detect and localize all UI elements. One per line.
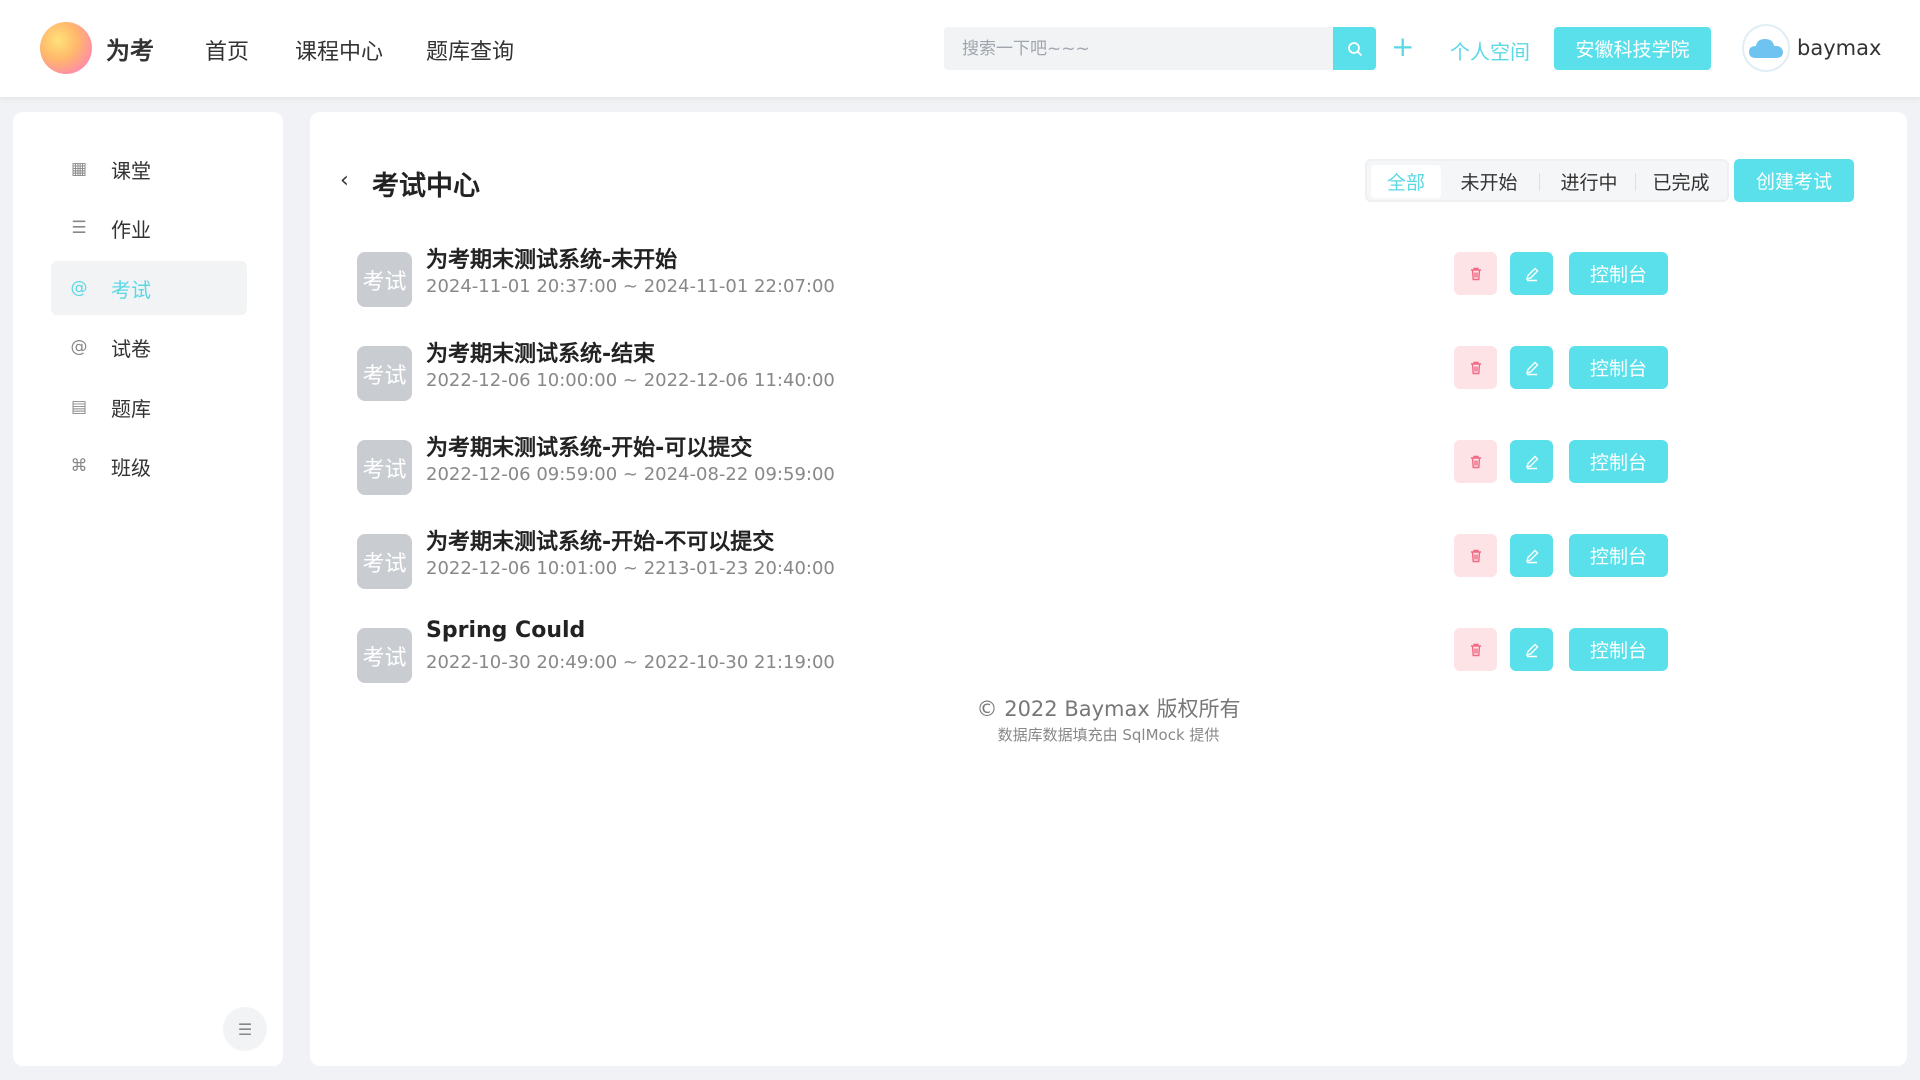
exam-badge: 考试 [357, 628, 412, 683]
search-button[interactable] [1333, 27, 1376, 70]
delete-button[interactable] [1454, 534, 1497, 577]
edit-icon [1525, 455, 1538, 469]
nav-courses[interactable]: 课程中心 [295, 34, 383, 66]
trash-icon [1470, 455, 1481, 468]
exam-title[interactable]: 为考期末测试系统-开始-不可以提交 [426, 524, 774, 556]
search-icon [1347, 41, 1362, 56]
sidebar-collapse-button[interactable]: ☰ [223, 1007, 267, 1051]
personal-space-link[interactable]: 个人空间 [1450, 36, 1530, 65]
brand-name: 为考 [106, 36, 154, 65]
sidebar-item-paper[interactable]: @ 试卷 [51, 320, 247, 374]
edit-button[interactable] [1510, 346, 1553, 389]
filter-divider [1539, 173, 1540, 191]
exam-time: 2024-11-01 20:37:00 ~ 2024-11-01 22:07:0… [426, 276, 835, 297]
exam-time: 2022-12-06 09:59:00 ~ 2024-08-22 09:59:0… [426, 464, 835, 485]
exam-time: 2022-12-06 10:01:00 ~ 2213-01-23 20:40:0… [426, 558, 835, 579]
footer-note: 数据库数据填充由 SqlMock 提供 [997, 726, 1220, 744]
exam-badge: 考试 [357, 440, 412, 495]
sidebar-item-question-bank[interactable]: ▤ 题库 [51, 380, 247, 434]
sidebar-item-label: 班级 [111, 455, 151, 480]
filter-divider [1635, 173, 1636, 191]
exam-row: 考试 为考期末测试系统-开始-可以提交 2022-12-06 09:59:00 … [357, 430, 1867, 500]
doc-icon: ▤ [70, 397, 88, 417]
create-exam-button[interactable]: 创建考试 [1734, 159, 1854, 202]
exam-time: 2022-10-30 20:49:00 ~ 2022-10-30 21:19:0… [426, 652, 835, 673]
nav-home[interactable]: 首页 [205, 34, 249, 66]
exam-row: 考试 为考期末测试系统-未开始 2024-11-01 20:37:00 ~ 20… [357, 242, 1867, 312]
command-icon: ⌘ [70, 456, 88, 476]
exam-time: 2022-12-06 10:00:00 ~ 2022-12-06 11:40:0… [426, 370, 835, 391]
sidebar-item-homework[interactable]: ☰ 作业 [51, 201, 247, 255]
filter-completed[interactable]: 已完成 [1639, 165, 1723, 198]
edit-button[interactable] [1510, 440, 1553, 483]
trash-icon [1470, 361, 1481, 374]
edit-button[interactable] [1510, 628, 1553, 671]
school-button[interactable]: 安徽科技学院 [1554, 27, 1711, 70]
collapse-icon: ☰ [237, 1019, 253, 1039]
back-button[interactable]: ‹ [340, 168, 349, 193]
exam-row: 考试 Spring Could 2022-10-30 20:49:00 ~ 20… [357, 618, 1867, 688]
filter-in-progress[interactable]: 进行中 [1547, 165, 1631, 198]
search-box [944, 27, 1376, 70]
trash-icon [1470, 643, 1481, 656]
console-button[interactable]: 控制台 [1569, 346, 1668, 389]
delete-button[interactable] [1454, 440, 1497, 483]
at-icon: @ [70, 278, 88, 298]
filter-all[interactable]: 全部 [1371, 165, 1441, 198]
sidebar-item-exam[interactable]: @ 考试 [51, 261, 247, 315]
list-icon: ☰ [71, 218, 87, 238]
edit-button[interactable] [1510, 252, 1553, 295]
status-filter: 全部 未开始 进行中 已完成 [1365, 159, 1729, 202]
exam-title[interactable]: 为考期末测试系统-结束 [426, 336, 655, 368]
main-panel: ‹ 考试中心 全部 未开始 进行中 已完成 创建考试 考试 为考期末测试系统-未… [310, 112, 1907, 1066]
sidebar-item-label: 试卷 [111, 336, 151, 361]
sidebar-item-label: 作业 [111, 217, 151, 242]
trash-icon [1470, 549, 1481, 562]
filter-not-started[interactable]: 未开始 [1447, 165, 1531, 198]
exam-title[interactable]: 为考期末测试系统-开始-可以提交 [426, 430, 752, 462]
console-button[interactable]: 控制台 [1569, 252, 1668, 295]
exam-badge: 考试 [357, 346, 412, 401]
nav-question-bank[interactable]: 题库查询 [426, 34, 514, 66]
search-input[interactable] [944, 27, 1333, 70]
grid-icon: ▦ [70, 159, 88, 179]
edit-icon [1525, 549, 1538, 563]
sidebar: ▦ 课堂 ☰ 作业 @ 考试 @ 试卷 ▤ 题库 ⌘ 班级 ☰ [13, 112, 283, 1066]
exam-title[interactable]: 为考期末测试系统-未开始 [426, 242, 677, 274]
cloud-icon [1749, 39, 1783, 58]
console-button[interactable]: 控制台 [1569, 628, 1668, 671]
edit-icon [1525, 267, 1538, 281]
sidebar-item-classroom[interactable]: ▦ 课堂 [51, 142, 247, 196]
at-icon: @ [70, 337, 88, 357]
exam-row: 考试 为考期末测试系统-开始-不可以提交 2022-12-06 10:01:00… [357, 524, 1867, 594]
trash-icon [1470, 267, 1481, 280]
sidebar-item-class[interactable]: ⌘ 班级 [51, 439, 247, 493]
console-button[interactable]: 控制台 [1569, 440, 1668, 483]
exam-badge: 考试 [357, 534, 412, 589]
delete-button[interactable] [1454, 346, 1497, 389]
footer-copyright: © 2022 Baymax 版权所有 [976, 697, 1241, 721]
top-header: 为考 首页 课程中心 题库查询 + 个人空间 安徽科技学院 baymax [0, 0, 1920, 97]
delete-button[interactable] [1454, 252, 1497, 295]
add-button[interactable]: + [1391, 30, 1414, 63]
brand-link[interactable]: 为考 [40, 22, 154, 74]
avatar[interactable] [1742, 24, 1790, 72]
delete-button[interactable] [1454, 628, 1497, 671]
edit-button[interactable] [1510, 534, 1553, 577]
edit-icon [1525, 361, 1538, 375]
exam-badge: 考试 [357, 252, 412, 307]
page-title: 考试中心 [372, 171, 480, 202]
exam-row: 考试 为考期末测试系统-结束 2022-12-06 10:00:00 ~ 202… [357, 336, 1867, 406]
username[interactable]: baymax [1797, 36, 1881, 60]
sidebar-item-label: 考试 [111, 277, 151, 302]
sidebar-item-label: 题库 [111, 396, 151, 421]
logo [40, 22, 92, 74]
edit-icon [1525, 643, 1538, 657]
exam-title[interactable]: Spring Could [426, 618, 585, 643]
console-button[interactable]: 控制台 [1569, 534, 1668, 577]
sidebar-item-label: 课堂 [111, 158, 151, 183]
